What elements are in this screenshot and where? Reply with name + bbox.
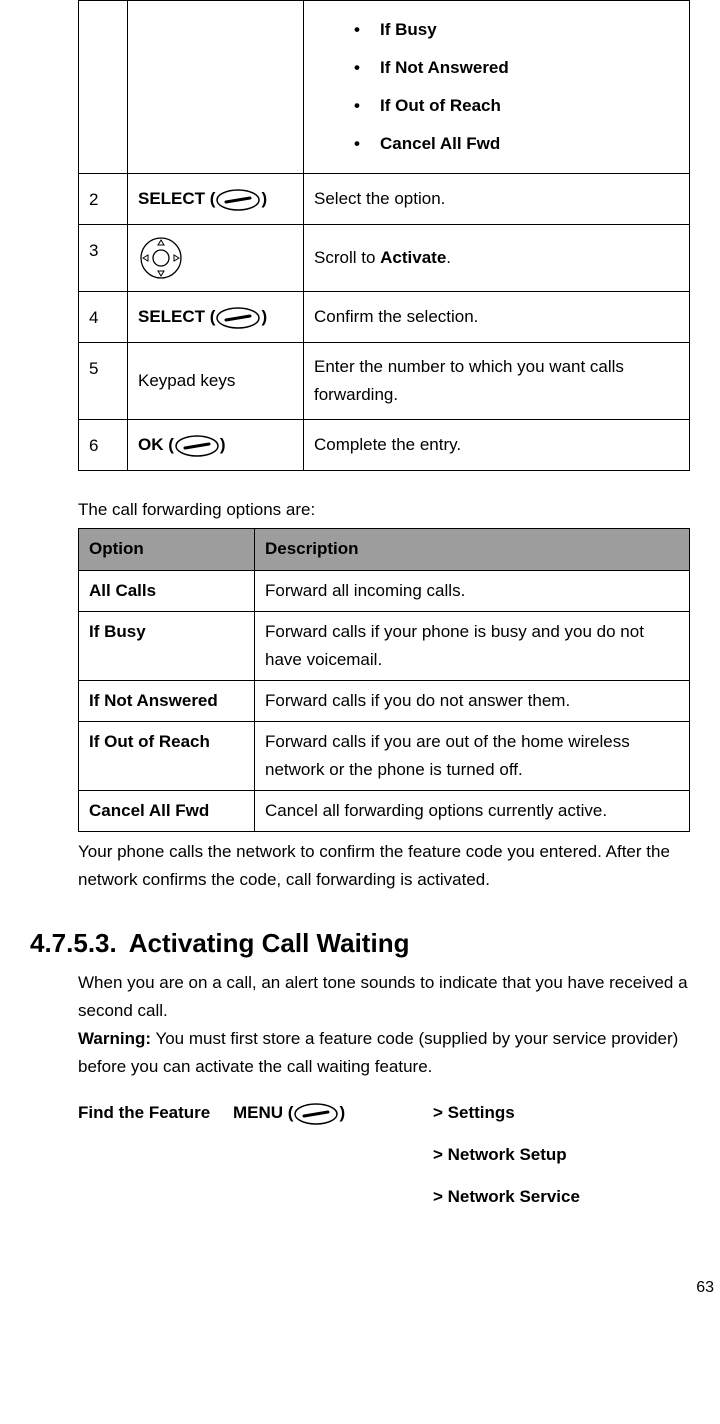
press-label-pre: OK ( — [138, 435, 174, 454]
option-name: All Calls — [79, 570, 255, 611]
step-row: 4 SELECT () Confirm the selection. — [79, 292, 690, 343]
softkey-icon — [293, 1100, 339, 1128]
forward-options-bullets: If Busy If Not Answered If Out of Reach … — [314, 11, 679, 163]
step-desc: Confirm the selection. — [304, 292, 690, 343]
option-name: If Busy — [79, 611, 255, 680]
step-row: 5 Keypad keys Enter the number to which … — [79, 343, 690, 420]
press-label-pre: SELECT ( — [138, 189, 215, 208]
option-desc: Forward calls if you are out of the home… — [255, 721, 690, 790]
step-number: 2 — [79, 174, 128, 225]
option-desc: Cancel all forwarding options currently … — [255, 790, 690, 831]
softkey-icon — [215, 185, 261, 213]
bullet-item: If Out of Reach — [354, 87, 679, 125]
options-header-option: Option — [79, 529, 255, 570]
bullet-item: Cancel All Fwd — [354, 125, 679, 163]
ftf-path: > Settings > Network Setup > Network Ser… — [433, 1099, 690, 1225]
bullet-item: If Busy — [354, 11, 679, 49]
find-the-feature: Find the Feature MENU () > Settings > Ne… — [78, 1099, 690, 1225]
option-name: If Out of Reach — [79, 721, 255, 790]
section-number: 4.7.5.3. — [30, 922, 117, 965]
option-row: Cancel All Fwd Cancel all forwarding opt… — [79, 790, 690, 831]
step-number: 4 — [79, 292, 128, 343]
option-desc: Forward calls if you do not answer them. — [255, 680, 690, 721]
step-row: 3 Scroll to Activate. — [79, 225, 690, 292]
press-label-post: ) — [261, 307, 267, 326]
step-number: 6 — [79, 420, 128, 471]
ftf-menu: MENU () — [233, 1099, 433, 1225]
softkey-icon — [215, 303, 261, 331]
softkey-icon — [174, 432, 220, 460]
option-row: If Busy Forward calls if your phone is b… — [79, 611, 690, 680]
press-label-pre: SELECT ( — [138, 307, 215, 326]
options-intro: The call forwarding options are: — [78, 496, 690, 524]
option-name: If Not Answered — [79, 680, 255, 721]
options-header-desc: Description — [255, 529, 690, 570]
ftf-path-item: > Settings — [433, 1099, 690, 1127]
option-row: If Not Answered Forward calls if you do … — [79, 680, 690, 721]
step-number: 3 — [79, 225, 128, 292]
section-heading: 4.7.5.3. Activating Call Waiting — [30, 922, 690, 965]
steps-table: If Busy If Not Answered If Out of Reach … — [78, 0, 690, 471]
warning-text: You must first store a feature code (sup… — [78, 1029, 678, 1076]
bullet-item: If Not Answered — [354, 49, 679, 87]
after-options-text: Your phone calls the network to confirm … — [78, 838, 690, 894]
press-label-post: ) — [220, 435, 226, 454]
ftf-path-item: > Network Service — [433, 1183, 690, 1211]
step-row: 6 OK () Complete the entry. — [79, 420, 690, 471]
press-label-post: ) — [261, 189, 267, 208]
option-name: Cancel All Fwd — [79, 790, 255, 831]
step-row: 2 SELECT () Select the option. — [79, 174, 690, 225]
step-desc: Complete the entry. — [304, 420, 690, 471]
section-title: Activating Call Waiting — [129, 928, 410, 958]
option-desc: Forward all incoming calls. — [255, 570, 690, 611]
page-number: 63 — [0, 1275, 720, 1301]
step-desc: Select the option. — [304, 174, 690, 225]
warning-paragraph: Warning: You must first store a feature … — [78, 1025, 690, 1081]
call-waiting-intro: When you are on a call, an alert tone so… — [78, 969, 690, 1025]
step-number: 5 — [79, 343, 128, 420]
ftf-label: Find the Feature — [78, 1099, 233, 1225]
option-row: If Out of Reach Forward calls if you are… — [79, 721, 690, 790]
option-desc: Forward calls if your phone is busy and … — [255, 611, 690, 680]
options-table: Option Description All Calls Forward all… — [78, 528, 690, 831]
warning-label: Warning: — [78, 1029, 151, 1048]
step-desc: Enter the number to which you want calls… — [304, 343, 690, 420]
nav-wheel-icon — [138, 248, 184, 267]
ftf-path-item: > Network Setup — [433, 1141, 690, 1169]
option-row: All Calls Forward all incoming calls. — [79, 570, 690, 611]
press-label: Keypad keys — [128, 343, 304, 420]
step-desc: Scroll to Activate. — [304, 225, 690, 292]
